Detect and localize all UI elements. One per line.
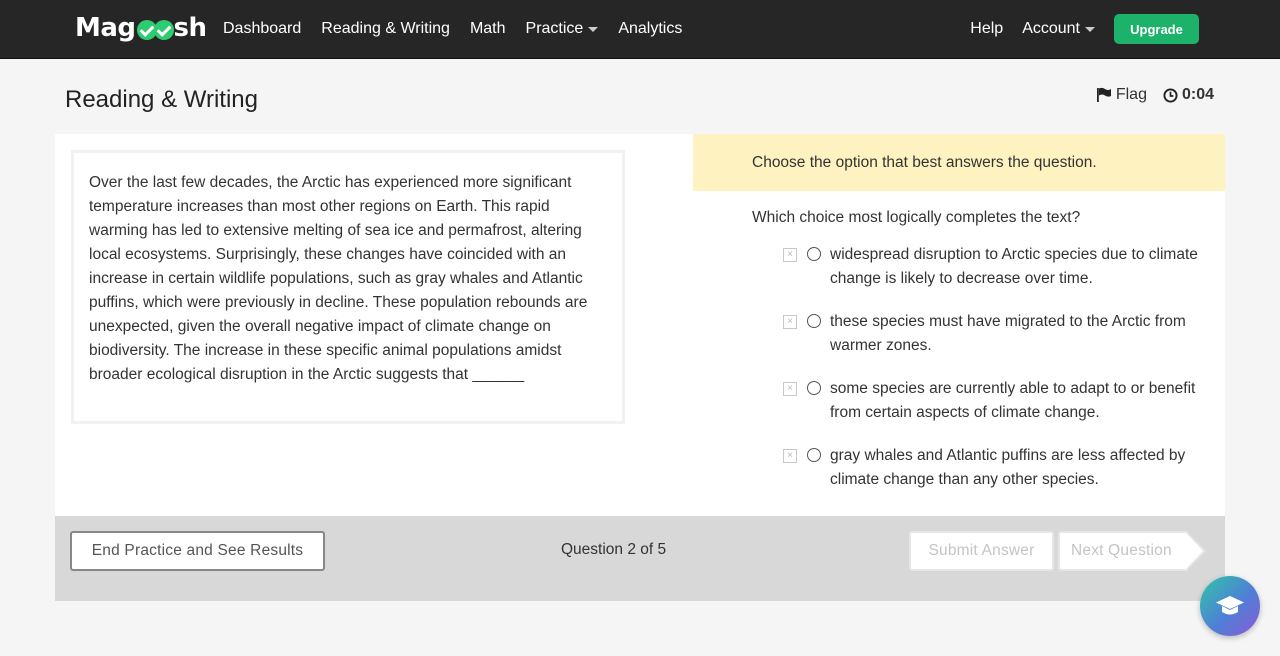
nav-reading-writing[interactable]: Reading & Writing [321,20,450,38]
caret-down-icon [1085,26,1095,32]
graduation-cap-icon [1216,596,1244,615]
nav-account-label: Account [1022,20,1080,37]
choice-radio[interactable] [807,381,821,395]
nav-analytics[interactable]: Analytics [618,20,682,38]
submit-answer-label: Submit Answer [928,542,1035,559]
nav-practice-label: Practice [525,20,584,37]
upgrade-label: Upgrade [1130,21,1183,37]
eliminate-choice-icon[interactable]: × [783,315,797,329]
nav-dashboard[interactable]: Dashboard [223,20,301,38]
caret-down-icon [588,26,599,32]
page-title: Reading & Writing [65,86,258,113]
choice-text[interactable]: widespread disruption to Arctic species … [830,243,1200,291]
help-chat-button[interactable] [1200,576,1260,636]
eliminate-choice-icon[interactable]: × [783,449,797,463]
nav-math[interactable]: Math [470,20,506,38]
flag-label: Flag [1115,86,1147,103]
choice-radio[interactable] [807,247,821,261]
nav-help-label: Help [970,20,1004,37]
choice-text[interactable]: gray whales and Atlantic puffins are les… [830,444,1200,492]
top-nav: Mag sh Dashboard Reading & Writing Math P… [0,0,1280,59]
choice-radio[interactable] [807,448,821,462]
eliminate-choice-icon[interactable]: × [783,248,797,262]
submit-answer-button[interactable]: Submit Answer [909,531,1054,571]
question-counter: Question 2 of 5 [561,541,667,558]
choice-text[interactable]: these species must have migrated to the … [830,310,1200,358]
flag-icon [1096,87,1111,102]
passage: Over the last few decades, the Arctic ha… [71,150,625,424]
nav-dashboard-label: Dashboard [223,20,302,37]
next-question-button[interactable]: Next Question [1058,531,1188,571]
nav-account[interactable]: Account [1022,20,1095,38]
end-practice-button[interactable]: End Practice and See Results [70,531,325,571]
brand-logo[interactable]: Mag sh [75,12,207,44]
question-footer: End Practice and See Results Question 2 … [55,516,1225,601]
answer-choice[interactable]: × these species must have migrated to th… [783,310,1203,358]
timer-value: 0:04 [1181,86,1214,103]
choice-radio[interactable] [807,314,821,328]
instruction-text: Choose the option that best answers the … [752,153,1097,171]
upgrade-button[interactable]: Upgrade [1114,14,1199,44]
nav-reading-writing-label: Reading & Writing [321,20,450,37]
nav-help[interactable]: Help [970,20,1003,38]
end-practice-label: End Practice and See Results [91,542,304,559]
answer-choices: × widespread disruption to Arctic specie… [783,243,1203,511]
timer: 0:04 [1163,86,1214,104]
answer-choice[interactable]: × some species are currently able to ada… [783,377,1203,425]
eliminate-choice-icon[interactable]: × [783,382,797,396]
choice-text[interactable]: some species are currently able to adapt… [830,377,1200,425]
next-question-label: Next Question [1071,542,1172,559]
nav-right: Help Account Upgrade [970,0,1199,58]
header-tools: Flag 0:04 [1096,86,1214,104]
question-panel: Over the last few decades, the Arctic ha… [55,134,1225,516]
next-arrow-fill [1186,533,1203,569]
logo-check-icon [153,20,174,40]
clock-icon [1163,87,1178,103]
answer-choice[interactable]: × gray whales and Atlantic puffins are l… [783,444,1203,492]
nav-math-label: Math [469,20,506,37]
instruction-banner: Choose the option that best answers the … [693,134,1225,191]
nav-practice[interactable]: Practice [526,20,599,38]
main-nav: Dashboard Reading & Writing Math Practic… [223,0,702,58]
nav-analytics-label: Analytics [618,20,683,37]
question-stem: Which choice most logically completes th… [752,209,1081,226]
flag-button[interactable]: Flag [1096,86,1147,104]
answer-choice[interactable]: × widespread disruption to Arctic specie… [783,243,1203,291]
